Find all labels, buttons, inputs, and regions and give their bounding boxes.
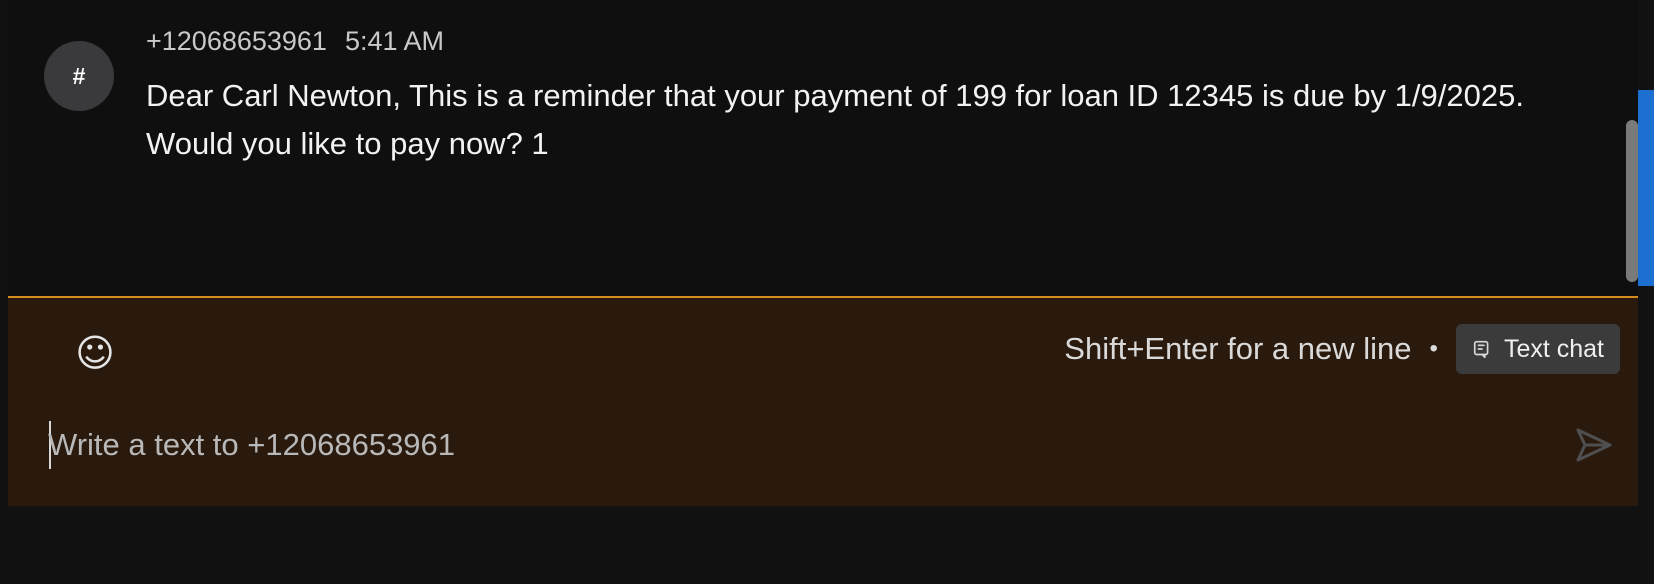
smiley-icon[interactable]: ☺ (70, 328, 120, 378)
send-icon (1576, 428, 1612, 462)
message-input[interactable] (48, 418, 1548, 472)
message-text: Dear Carl Newton, This is a reminder tha… (146, 78, 1524, 161)
message-meta: +12068653961 5:41 AM (146, 25, 444, 57)
send-button[interactable] (1570, 421, 1618, 469)
message-time: 5:41 AM (344, 25, 445, 56)
sender-phone: +12068653961 (146, 25, 327, 56)
composer-hint-row: Shift+Enter for a new line • Text chat (1064, 322, 1620, 376)
text-chat-label: Text chat (1503, 334, 1604, 363)
message-item: # +12068653961 5:41 AM Dear Carl Newton,… (8, 0, 1608, 200)
composer-input-row (8, 410, 1638, 480)
new-line-hint: Shift+Enter for a new line (1064, 331, 1412, 366)
sender-avatar: # (44, 41, 114, 111)
window-edge-accent (1638, 90, 1654, 286)
avatar-label: # (72, 62, 86, 89)
text-chat-button[interactable]: Text chat (1455, 324, 1620, 374)
message-history[interactable]: # +12068653961 5:41 AM Dear Carl Newton,… (8, 0, 1638, 296)
text-chat-icon (1473, 340, 1489, 359)
hint-separator: • (1429, 335, 1438, 362)
scrollbar-thumb[interactable] (1626, 120, 1638, 282)
text-chat-window: # +12068653961 5:41 AM Dear Carl Newton,… (0, 0, 1654, 584)
message-composer: ☺ Shift+Enter for a new line • Text chat (8, 296, 1638, 506)
